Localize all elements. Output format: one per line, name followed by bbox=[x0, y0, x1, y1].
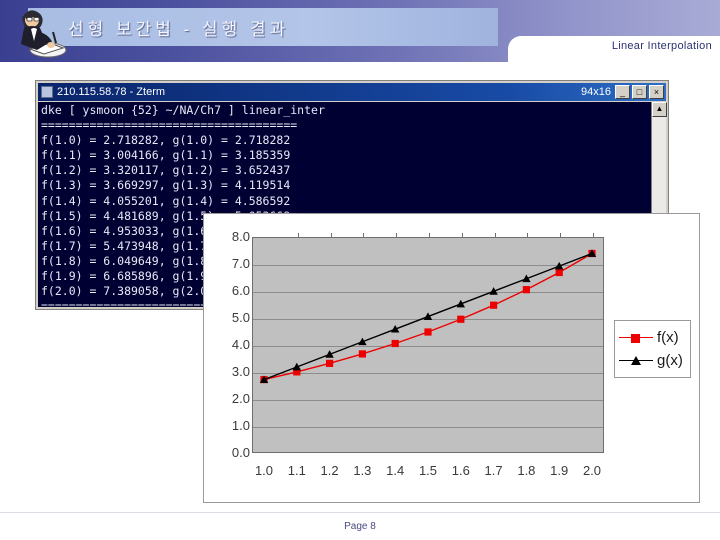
y-axis-tick-label: 1.0 bbox=[231, 418, 250, 433]
legend-item: g(x) bbox=[619, 349, 683, 372]
legend-marker bbox=[631, 355, 641, 365]
x-axis-tick-label: 1.6 bbox=[451, 463, 470, 478]
page-title: 선형 보간법 - 실행 결과 bbox=[68, 20, 290, 39]
chart-inner: 8.0 7.0 6.0 5.0 4.0 3.0 2.0 1.0 0.0 1.0 1.1 1.2 1.3… bbox=[210, 220, 693, 496]
data-point-marker bbox=[358, 350, 366, 358]
legend-item: f(x) bbox=[619, 326, 683, 349]
footer-divider bbox=[0, 512, 720, 513]
legend-swatch-square-icon bbox=[619, 331, 653, 345]
x-axis-tick-label: 1.0 bbox=[254, 463, 274, 478]
chart-panel: 8.0 7.0 6.0 5.0 4.0 3.0 2.0 1.0 0.0 1.0 1.1 1.2 1.3… bbox=[203, 213, 700, 503]
x-axis-tick-label: 1.8 bbox=[517, 463, 536, 478]
terminal-titlebar[interactable]: 210.115.58.78 - Zterm 94x16 _ □ × bbox=[38, 83, 666, 101]
presenter-at-desk-icon bbox=[21, 10, 67, 58]
legend-label: f(x) bbox=[657, 328, 679, 346]
y-axis-tick-label: 6.0 bbox=[231, 283, 250, 298]
terminal-line: f(1.0) = 2.718282, g(1.0) = 2.718282 bbox=[41, 133, 291, 148]
chart-series-layer bbox=[259, 249, 597, 384]
terminal-window-icon bbox=[41, 86, 53, 98]
x-axis-tick-label: 1.1 bbox=[287, 463, 306, 478]
x-axis-tick-label: 2.0 bbox=[582, 463, 602, 478]
data-point-marker bbox=[424, 328, 432, 336]
legend-swatch-triangle-icon bbox=[619, 354, 653, 368]
terminal-line: dke [ ysmoon {52} ~/NA/Ch7 ] linear_inte… bbox=[41, 103, 325, 117]
y-axis: 8.0 7.0 6.0 5.0 4.0 3.0 2.0 1.0 0.0 bbox=[210, 230, 250, 459]
terminal-line: f(1.1) = 3.004166, g(1.1) = 3.185359 bbox=[41, 148, 291, 163]
data-point-marker bbox=[326, 359, 334, 367]
y-axis-tick-label: 8.0 bbox=[231, 229, 250, 244]
slide-header: 선형 보간법 - 실행 결과 Linear Interpolation bbox=[0, 0, 720, 62]
terminal-title: 210.115.58.78 - Zterm bbox=[57, 86, 166, 98]
y-axis-tick-label: 7.0 bbox=[231, 256, 250, 271]
x-axis-tick-label: 1.9 bbox=[550, 463, 569, 478]
data-point-marker bbox=[522, 286, 530, 294]
data-point-marker bbox=[555, 268, 563, 277]
data-point-marker bbox=[391, 339, 399, 348]
minimize-button[interactable]: _ bbox=[615, 85, 630, 99]
terminal-size-indicator: 94x16 bbox=[581, 86, 611, 98]
legend-label: g(x) bbox=[657, 351, 683, 369]
y-axis-tick-label: 4.0 bbox=[231, 337, 250, 352]
x-axis: 1.0 1.1 1.2 1.3 1.4 1.5 1.6 1.7 1.8 1.9 2.0 bbox=[252, 458, 604, 478]
close-button[interactable]: × bbox=[649, 85, 664, 99]
x-axis-tick-label: 1.5 bbox=[418, 463, 438, 478]
x-axis-tick-label: 1.3 bbox=[353, 463, 372, 478]
legend-marker bbox=[631, 333, 640, 343]
terminal-line: f(1.3) = 3.669297, g(1.3) = 4.119514 bbox=[41, 178, 291, 193]
chart-legend: f(x) g(x) bbox=[614, 320, 691, 378]
data-point-marker bbox=[457, 315, 465, 323]
maximize-button[interactable]: □ bbox=[632, 85, 647, 99]
terminal-line: f(1.2) = 3.320117, g(1.2) = 3.652437 bbox=[41, 163, 291, 178]
x-axis-tick-label: 1.2 bbox=[320, 463, 339, 478]
y-axis-tick-label: 0.0 bbox=[231, 445, 250, 460]
scroll-up-arrow-icon[interactable]: ▲ bbox=[652, 102, 667, 117]
y-axis-tick-label: 3.0 bbox=[231, 364, 250, 379]
terminal-line: f(1.4) = 4.055201, g(1.4) = 4.586592 bbox=[41, 193, 291, 208]
y-axis-tick-label: 2.0 bbox=[231, 391, 250, 406]
y-axis-tick-label: 5.0 bbox=[231, 310, 250, 325]
x-axis-tick-label: 1.4 bbox=[386, 463, 405, 478]
x-axis-tick-label: 1.7 bbox=[484, 463, 503, 478]
data-point-marker bbox=[490, 301, 498, 309]
tab-linear-interpolation[interactable]: Linear Interpolation bbox=[612, 40, 712, 52]
terminal-line: ===================================== bbox=[41, 118, 298, 133]
page-number: Page 8 bbox=[344, 521, 376, 532]
